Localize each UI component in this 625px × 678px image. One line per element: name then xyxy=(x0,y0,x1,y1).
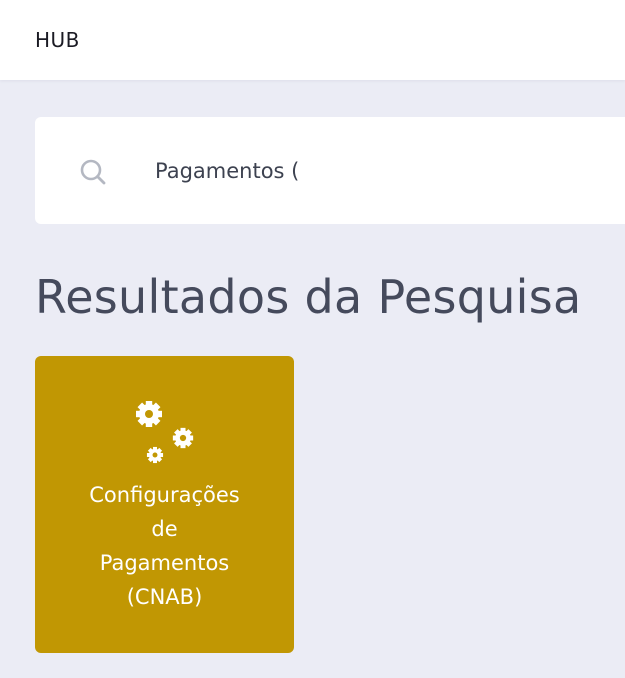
card-label-line: Configurações xyxy=(89,483,240,507)
card-label-line: de xyxy=(151,517,178,541)
top-bar: HUB xyxy=(0,0,625,80)
card-label-line: Pagamentos xyxy=(99,551,230,575)
result-card-label: Configurações de Pagamentos (CNAB) xyxy=(55,478,274,614)
result-card-configuracoes-pagamentos[interactable]: Configurações de Pagamentos (CNAB) xyxy=(35,356,294,653)
search-icon[interactable] xyxy=(79,158,107,186)
card-label-line: (CNAB) xyxy=(126,585,203,609)
brand-logo-text[interactable]: HUB xyxy=(35,28,80,52)
results-title: Resultados da Pesquisa xyxy=(35,270,582,324)
search-input[interactable] xyxy=(155,150,615,192)
gears-icon xyxy=(136,401,194,464)
